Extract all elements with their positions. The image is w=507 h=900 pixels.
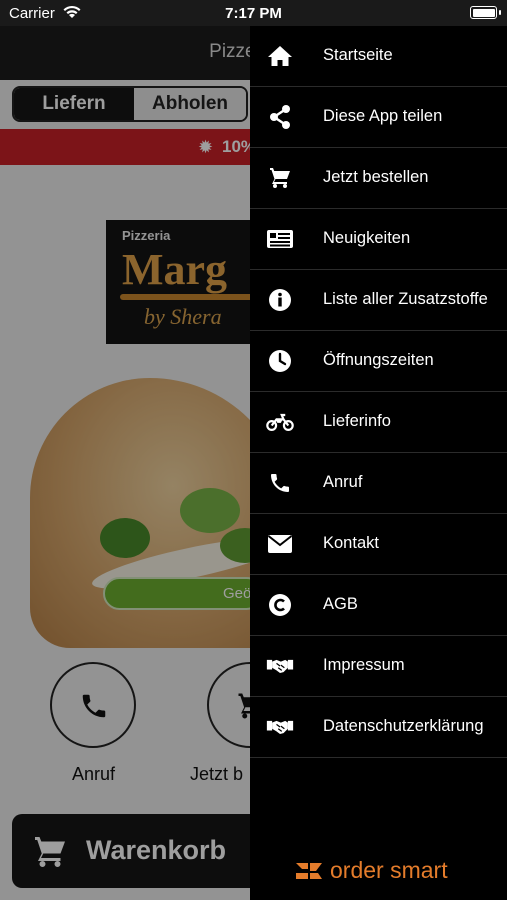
brand-name: order smart — [330, 857, 448, 883]
home-icon — [266, 43, 294, 69]
menu-item-label: Anruf — [323, 473, 363, 491]
share-icon — [266, 104, 294, 130]
menu-item-oeffnungszeiten[interactable]: Öffnungszeiten — [250, 331, 507, 392]
motorcycle-icon — [266, 409, 294, 435]
order-smart-mark-icon — [296, 863, 322, 879]
menu-item-label: Startseite — [323, 46, 393, 64]
menu-item-anruf[interactable]: Anruf — [250, 453, 507, 514]
status-bar: Carrier 7:17 PM — [0, 0, 507, 26]
handshake-icon — [266, 714, 294, 740]
menu-item-label: Jetzt bestellen — [323, 168, 429, 186]
menu-item-label: Diese App teilen — [323, 107, 443, 125]
menu-item-label: Lieferinfo — [323, 412, 391, 430]
menu-item-impressum[interactable]: Impressum — [250, 636, 507, 697]
menu-item-zusatzstoffe[interactable]: Liste aller Zusatzstoffe — [250, 270, 507, 331]
clock: 7:17 PM — [225, 5, 282, 22]
menu-item-datenschutz[interactable]: Datenschutzerklärung — [250, 697, 507, 758]
menu-item-agb[interactable]: AGB — [250, 575, 507, 636]
cart-icon — [266, 165, 294, 191]
menu-item-label: Neuigkeiten — [323, 229, 411, 247]
mail-icon — [266, 531, 294, 557]
side-drawer: Startseite Diese App teilen Jetzt bestel… — [250, 26, 507, 900]
menu-item-lieferinfo[interactable]: Lieferinfo — [250, 392, 507, 453]
clock-icon — [266, 348, 294, 374]
order-smart-logo: order smart — [294, 856, 454, 886]
copyright-icon — [266, 592, 294, 618]
menu-item-label: Kontakt — [323, 534, 379, 552]
menu-item-neuigkeiten[interactable]: Neuigkeiten — [250, 209, 507, 270]
menu-item-label: Liste aller Zusatzstoffe — [323, 290, 488, 308]
menu-item-kontakt[interactable]: Kontakt — [250, 514, 507, 575]
handshake-icon — [266, 653, 294, 679]
menu-item-jetzt-bestellen[interactable]: Jetzt bestellen — [250, 148, 507, 209]
menu-item-label: Datenschutzerklärung — [323, 717, 484, 735]
menu-item-diese-app-teilen[interactable]: Diese App teilen — [250, 87, 507, 148]
info-icon — [266, 287, 294, 313]
menu-item-label: Öffnungszeiten — [323, 351, 434, 369]
news-icon — [266, 226, 294, 252]
menu-item-label: AGB — [323, 595, 358, 613]
menu-item-startseite[interactable]: Startseite — [250, 26, 507, 87]
phone-icon — [266, 470, 294, 496]
menu-item-label: Impressum — [323, 656, 405, 674]
battery-icon — [470, 6, 497, 19]
